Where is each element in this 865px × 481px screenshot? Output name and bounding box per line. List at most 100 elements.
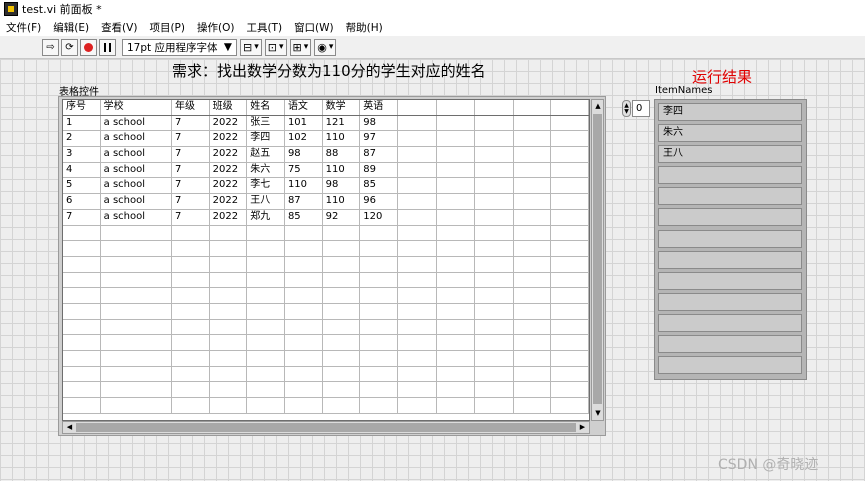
- table-cell[interactable]: 110: [323, 194, 361, 209]
- font-select[interactable]: 17pt 应用程序字体 ▼: [122, 38, 237, 56]
- table-cell[interactable]: [514, 256, 552, 272]
- table-cell[interactable]: [210, 382, 248, 398]
- table-cell[interactable]: 85: [360, 178, 398, 194]
- table-cell[interactable]: [63, 288, 101, 303]
- table-cell[interactable]: [247, 241, 285, 256]
- table-cell[interactable]: [285, 241, 323, 256]
- table-cell[interactable]: [323, 241, 361, 256]
- table-cell[interactable]: [63, 241, 101, 256]
- table-cell[interactable]: [551, 351, 589, 366]
- table-cell[interactable]: [475, 147, 514, 162]
- vertical-scroll-thumb[interactable]: [593, 114, 602, 404]
- table-cell[interactable]: 75: [285, 162, 323, 178]
- table-cell[interactable]: [475, 178, 514, 194]
- table-cell[interactable]: 7: [172, 131, 210, 147]
- table-cell[interactable]: 3: [63, 147, 101, 162]
- table-cell[interactable]: a school: [101, 115, 172, 131]
- table-cell[interactable]: [247, 366, 285, 382]
- table-cell[interactable]: [551, 147, 589, 162]
- table-cell[interactable]: 张三: [247, 115, 285, 131]
- table-horizontal-scrollbar[interactable]: ◀ ▶: [62, 421, 590, 434]
- table-cell[interactable]: 7: [172, 147, 210, 162]
- array-element[interactable]: [658, 187, 802, 206]
- table-cell[interactable]: [437, 335, 476, 350]
- table-cell[interactable]: [360, 225, 398, 241]
- array-index-value[interactable]: 0: [632, 100, 650, 117]
- table-cell[interactable]: [285, 366, 323, 382]
- table-cell[interactable]: 2022: [210, 178, 248, 194]
- table-cell[interactable]: [247, 351, 285, 366]
- table-cell[interactable]: [101, 382, 172, 398]
- table-cell[interactable]: [514, 351, 552, 366]
- index-spinner-icon[interactable]: ▲ ▼: [622, 100, 631, 117]
- resize-objects-dropdown[interactable]: ⊞ ▾: [289, 38, 312, 56]
- table-header-cell[interactable]: [551, 100, 589, 115]
- table-cell[interactable]: [285, 398, 323, 413]
- run-arrow-icon[interactable]: ⇨: [42, 38, 59, 56]
- table-cell[interactable]: [551, 366, 589, 382]
- table-cell[interactable]: [172, 272, 210, 288]
- table-cell[interactable]: [247, 288, 285, 303]
- table-cell[interactable]: [514, 209, 552, 225]
- table-cell[interactable]: [437, 303, 476, 319]
- table-cell[interactable]: [210, 256, 248, 272]
- table-cell[interactable]: [475, 241, 514, 256]
- table-cell[interactable]: [285, 303, 323, 319]
- table-cell[interactable]: [514, 115, 552, 131]
- table-cell[interactable]: 朱六: [247, 162, 285, 178]
- array-element[interactable]: [658, 292, 802, 311]
- table-cell[interactable]: [63, 366, 101, 382]
- table-header-cell[interactable]: [514, 100, 552, 115]
- table-cell[interactable]: a school: [101, 162, 172, 178]
- table-cell[interactable]: 6: [63, 194, 101, 209]
- table-cell[interactable]: [101, 398, 172, 413]
- table-cell[interactable]: [323, 272, 361, 288]
- table-cell[interactable]: 2: [63, 131, 101, 147]
- table-cell[interactable]: [514, 194, 552, 209]
- table-cell[interactable]: [360, 351, 398, 366]
- table-cell[interactable]: [323, 335, 361, 350]
- table-cell[interactable]: [285, 382, 323, 398]
- table-cell[interactable]: 2022: [210, 194, 248, 209]
- table-cell[interactable]: [172, 225, 210, 241]
- array-index-control[interactable]: ▲ ▼ 0: [622, 100, 652, 117]
- table-cell[interactable]: [247, 225, 285, 241]
- table-cell[interactable]: 郑九: [247, 209, 285, 225]
- table-cell[interactable]: [360, 366, 398, 382]
- table-cell[interactable]: 98: [323, 178, 361, 194]
- table-cell[interactable]: [475, 209, 514, 225]
- table-cell[interactable]: [398, 131, 437, 147]
- table-cell[interactable]: [210, 225, 248, 241]
- table-cell[interactable]: [514, 131, 552, 147]
- table-cell[interactable]: [360, 288, 398, 303]
- horizontal-scroll-thumb[interactable]: [76, 423, 576, 432]
- table-cell[interactable]: [475, 366, 514, 382]
- table-cell[interactable]: [63, 319, 101, 335]
- table-control[interactable]: 序号 学校 年级 班级 姓名 语文 数学 英语 1 a school 7 2022 张三 101 121 98…: [62, 99, 590, 421]
- table-cell[interactable]: 110: [285, 178, 323, 194]
- array-element[interactable]: [658, 335, 802, 354]
- table-cell[interactable]: [63, 335, 101, 350]
- table-cell[interactable]: [437, 194, 476, 209]
- table-cell[interactable]: [437, 178, 476, 194]
- table-cell[interactable]: [551, 382, 589, 398]
- table-cell[interactable]: 7: [172, 209, 210, 225]
- table-cell[interactable]: [210, 398, 248, 413]
- table-cell[interactable]: [172, 288, 210, 303]
- table-cell[interactable]: [551, 178, 589, 194]
- array-element[interactable]: [658, 208, 802, 227]
- table-cell[interactable]: [551, 272, 589, 288]
- table-cell[interactable]: [247, 335, 285, 350]
- menu-window[interactable]: 窗口(W): [288, 20, 340, 35]
- table-cell[interactable]: [101, 351, 172, 366]
- table-cell[interactable]: [323, 366, 361, 382]
- table-cell[interactable]: a school: [101, 131, 172, 147]
- table-cell[interactable]: [63, 303, 101, 319]
- table-cell[interactable]: 2022: [210, 147, 248, 162]
- table-cell[interactable]: [514, 288, 552, 303]
- table-cell[interactable]: [475, 288, 514, 303]
- table-cell[interactable]: [437, 131, 476, 147]
- scroll-down-icon[interactable]: ▼: [593, 408, 603, 419]
- table-cell[interactable]: [514, 319, 552, 335]
- table-cell[interactable]: 7: [172, 178, 210, 194]
